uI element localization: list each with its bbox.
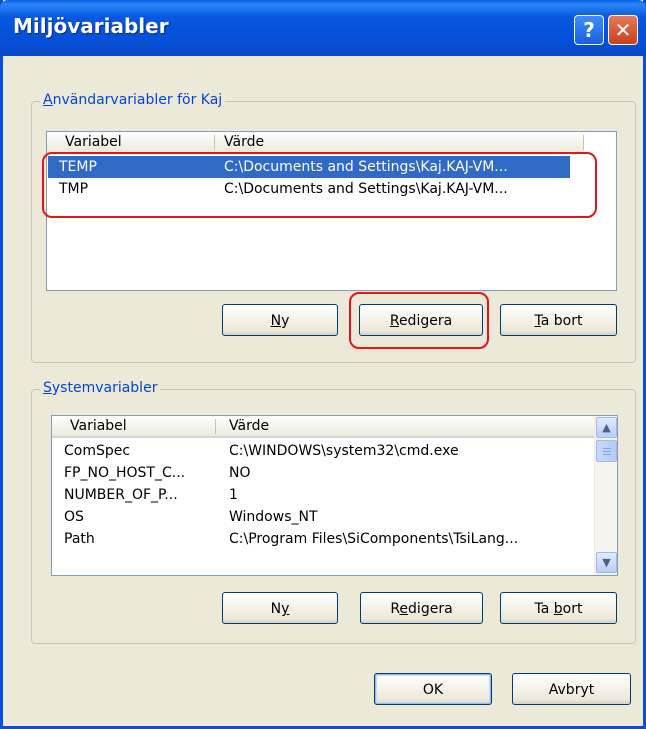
list-header: Variabel Värde	[52, 416, 594, 438]
variable-value: C:\Documents and Settings\Kaj.KAJ-VM...	[224, 181, 508, 197]
close-button[interactable]: ✕	[608, 15, 638, 45]
list-item[interactable]: FP_NO_HOST_C... NO	[53, 462, 583, 484]
list-item[interactable]: OS Windows_NT	[53, 506, 583, 528]
system-variables-list[interactable]: Variabel Värde ComSpec C:\WINDOWS\system…	[51, 415, 618, 576]
system-variables-group: Systemvariabler Variabel Värde ComSpec C…	[31, 380, 636, 644]
window-title: Miljövariabler	[13, 14, 169, 38]
list-header: Variabel Värde	[47, 132, 584, 154]
cancel-button[interactable]: Avbryt	[512, 673, 631, 705]
help-icon: ?	[583, 18, 595, 42]
column-header-value[interactable]: Värde	[223, 416, 269, 437]
system-edit-button[interactable]: Redigera	[360, 592, 483, 624]
system-delete-button[interactable]: Ta bort	[500, 592, 617, 624]
variable-name: OS	[64, 509, 84, 525]
scroll-down-button[interactable]: ▼	[596, 552, 617, 573]
vertical-scrollbar[interactable]: ▲ ▼	[594, 416, 617, 575]
variable-value: C:\Documents and Settings\Kaj.KAJ-VM...	[224, 159, 508, 175]
user-variables-group: Användarvariabler för Kaj Variabel Värde…	[31, 92, 636, 363]
list-item[interactable]: TEMP C:\Documents and Settings\Kaj.KAJ-V…	[48, 156, 570, 178]
chevron-up-icon: ▲	[602, 421, 611, 434]
user-variables-group-label: Användarvariabler för Kaj	[40, 92, 226, 108]
environment-variables-dialog: Miljövariabler ? ✕ Användarvariabler för…	[0, 0, 646, 729]
chevron-down-icon: ▼	[602, 556, 611, 569]
user-delete-button[interactable]: Ta bort	[500, 304, 617, 336]
list-item[interactable]: Path C:\Program Files\SiComponents\TsiLa…	[53, 528, 583, 550]
scroll-up-button[interactable]: ▲	[596, 417, 617, 438]
scroll-thumb[interactable]	[596, 440, 617, 462]
close-icon: ✕	[614, 18, 632, 42]
system-variables-group-label: Systemvariabler	[40, 380, 161, 396]
column-header-variable[interactable]: Variabel	[64, 416, 127, 437]
variable-name: Path	[64, 531, 95, 547]
user-variables-list[interactable]: Variabel Värde TEMP C:\Documents and Set…	[46, 131, 617, 291]
title-bar[interactable]: Miljövariabler ? ✕	[0, 0, 646, 56]
system-new-button[interactable]: Ny	[222, 592, 338, 624]
variable-name: ComSpec	[64, 443, 131, 459]
list-item[interactable]: TMP C:\Documents and Settings\Kaj.KAJ-VM…	[48, 178, 570, 200]
variable-name: TMP	[59, 181, 89, 197]
list-item[interactable]: NUMBER_OF_P... 1	[53, 484, 583, 506]
user-new-button[interactable]: Ny	[222, 304, 338, 336]
variable-name: TEMP	[59, 159, 97, 175]
list-item[interactable]: ComSpec C:\WINDOWS\system32\cmd.exe	[53, 440, 583, 462]
user-edit-button[interactable]: Redigera	[359, 304, 483, 336]
variable-value: C:\WINDOWS\system32\cmd.exe	[229, 443, 459, 459]
help-button[interactable]: ?	[574, 15, 604, 45]
column-header-value[interactable]: Värde	[218, 132, 264, 153]
column-header-variable[interactable]: Variabel	[59, 132, 122, 153]
variable-value: 1	[229, 487, 238, 503]
ok-button[interactable]: OK	[374, 673, 492, 705]
variable-value: NO	[229, 465, 251, 481]
variable-value: Windows_NT	[229, 509, 318, 525]
variable-name: NUMBER_OF_P...	[64, 487, 178, 503]
variable-value: C:\Program Files\SiComponents\TsiLang...	[229, 531, 519, 547]
variable-name: FP_NO_HOST_C...	[64, 465, 186, 481]
